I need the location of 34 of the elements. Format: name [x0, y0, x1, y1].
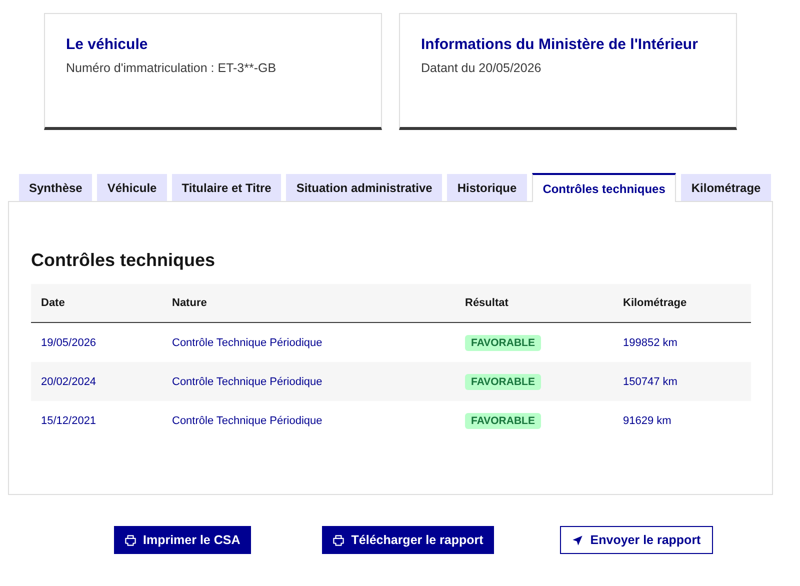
result-badge: FAVORABLE — [465, 374, 541, 390]
date-cell: 20/02/2024 — [41, 376, 96, 388]
date-cell: 19/05/2026 — [41, 336, 96, 348]
card-title: Le véhicule — [66, 36, 149, 53]
tab[interactable]: Véhicule — [97, 174, 167, 201]
nature-cell: Contrôle Technique Périodique — [172, 414, 322, 426]
date-cell: 15/12/2021 — [41, 414, 96, 426]
outline-button[interactable]: Envoyer le rapport — [560, 526, 713, 554]
mileage-cell: 91629 km — [623, 414, 672, 426]
column-header: Nature — [162, 284, 455, 322]
card-text: Datant du 20/05/2026 — [421, 61, 542, 75]
section-title: Contrôles techniques — [31, 250, 216, 271]
tab[interactable]: Contrôles techniques — [532, 173, 676, 202]
action-button[interactable]: Imprimer le CSA — [114, 526, 252, 554]
printer-icon — [333, 534, 344, 546]
column-header: Résultat — [455, 284, 613, 322]
card-title: Informations du Ministère de l'Intérieur — [421, 36, 699, 53]
nature-cell: Contrôle Technique Périodique — [172, 376, 322, 388]
mileage-cell: 199852 km — [623, 336, 678, 348]
tab[interactable]: Titulaire et Titre — [172, 174, 282, 201]
tab[interactable]: Synthèse — [19, 174, 92, 201]
mileage-cell: 150747 km — [623, 376, 678, 388]
result-badge: FAVORABLE — [465, 412, 541, 428]
card-text: Numéro d'immatriculation : ET-3**-GB — [66, 61, 278, 75]
tab[interactable]: Situation administrative — [286, 174, 442, 201]
action-button[interactable]: Télécharger le rapport — [322, 526, 494, 554]
printer-icon — [125, 534, 136, 546]
column-header: Date — [31, 284, 162, 322]
result-badge: FAVORABLE — [465, 334, 541, 350]
send-icon — [572, 534, 584, 546]
tab[interactable]: Kilométrage — [681, 174, 771, 201]
nature-cell: Contrôle Technique Périodique — [172, 336, 322, 348]
tab[interactable]: Historique — [447, 174, 527, 201]
column-header: Kilométrage — [613, 284, 751, 322]
